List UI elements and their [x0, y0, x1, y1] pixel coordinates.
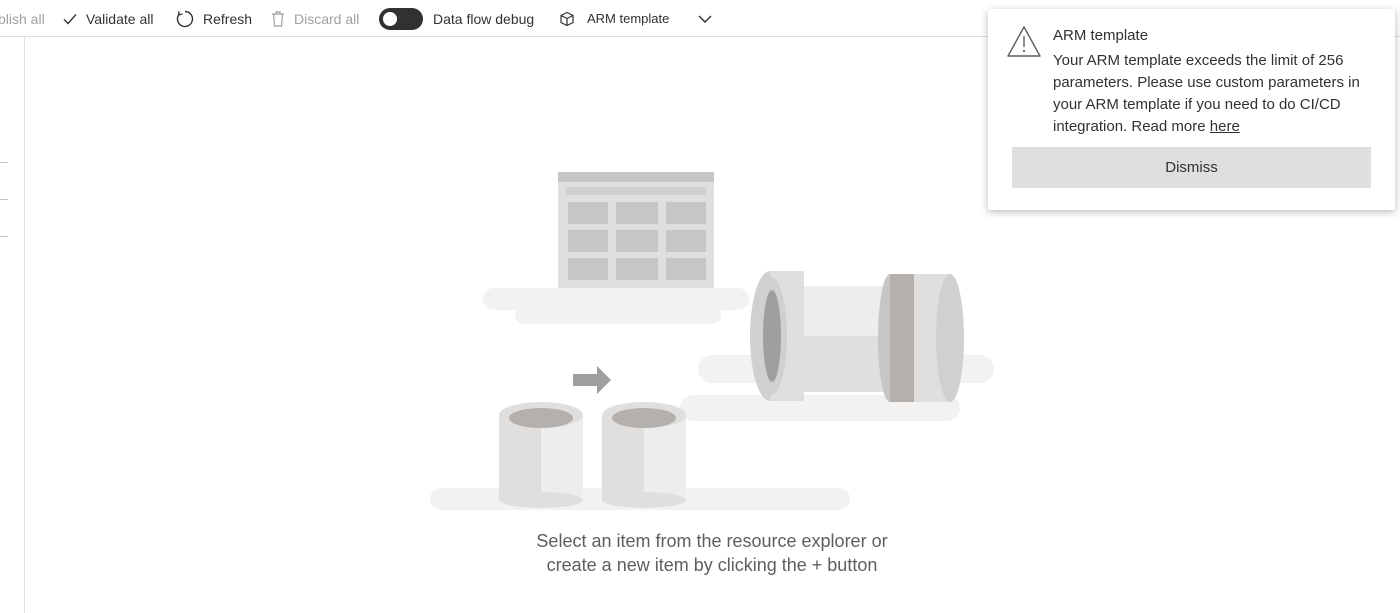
refresh-icon	[175, 9, 195, 29]
rail-divider	[0, 199, 8, 200]
empty-state-message: Select an item from the resource explore…	[462, 529, 962, 577]
read-more-link[interactable]: here	[1210, 118, 1240, 135]
refresh-label: Refresh	[203, 10, 253, 27]
notification-title: ARM template	[1053, 27, 1149, 44]
checkmark-icon	[62, 11, 78, 27]
validate-all-label: Validate all	[86, 10, 154, 27]
notification-message: Your ARM template exceeds the limit of 2…	[1053, 50, 1375, 138]
arm-template-notification: ARM template Your ARM template exceeds t…	[988, 9, 1395, 210]
discard-all-label: Discard all	[294, 10, 360, 27]
cube-icon	[559, 11, 575, 27]
data-flow-debug-label: Data flow debug	[433, 10, 535, 27]
arm-template-label: ARM template	[587, 11, 670, 26]
empty-state-line-2: create a new item by clicking the + butt…	[546, 555, 878, 575]
publish-all-label: blish all	[0, 10, 45, 27]
rail-divider	[0, 236, 8, 237]
validate-all-button[interactable]: Validate all	[62, 0, 153, 37]
empty-state-illustration	[430, 172, 994, 510]
warning-icon	[1006, 25, 1042, 64]
refresh-button[interactable]: Refresh	[175, 0, 252, 37]
chevron-down-icon[interactable]	[697, 14, 713, 24]
empty-state-line-1: Select an item from the resource explore…	[536, 531, 888, 551]
dismiss-button[interactable]: Dismiss	[1012, 147, 1371, 188]
rail-divider	[0, 162, 8, 163]
notification-text: Your ARM template exceeds the limit of 2…	[1053, 52, 1360, 135]
publish-all-button[interactable]: blish all	[0, 0, 45, 37]
arm-template-dropdown[interactable]: ARM template	[559, 0, 713, 37]
discard-all-button[interactable]: Discard all	[270, 0, 359, 37]
data-flow-debug-toggle[interactable]: Data flow debug	[379, 0, 534, 37]
trash-icon	[270, 10, 286, 28]
debug-toggle-switch[interactable]	[379, 7, 423, 30]
left-rail	[0, 37, 25, 613]
